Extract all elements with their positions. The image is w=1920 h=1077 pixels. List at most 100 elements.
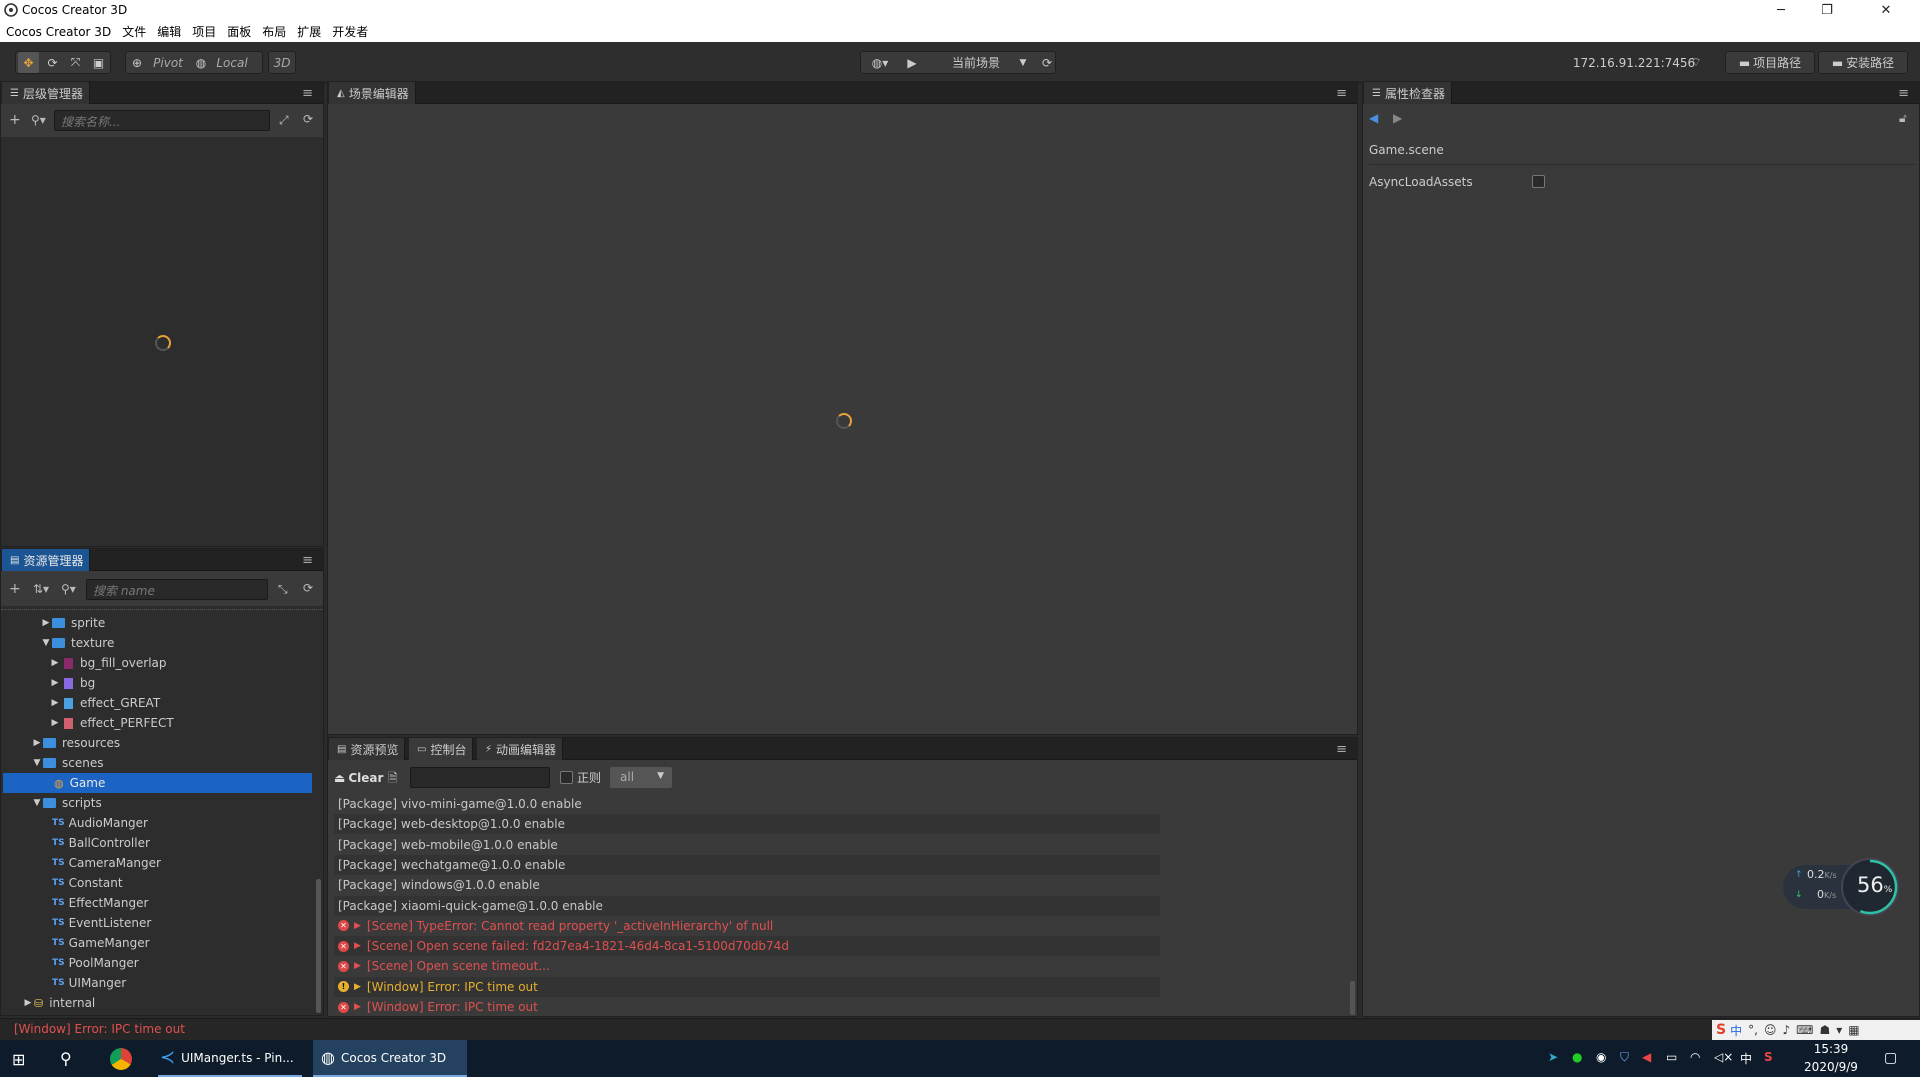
expand-arrow-icon[interactable]: ▼ [31, 758, 43, 768]
asset-item-gamemanger[interactable]: TS GameManger [1, 933, 313, 953]
mode-3d-button[interactable]: 3D [270, 52, 294, 73]
expand-log-arrow-icon[interactable]: ▶ [354, 961, 361, 971]
sogou-tray-icon[interactable]: S [1764, 1050, 1773, 1064]
asset-item-resources[interactable]: ▶ resources [1, 733, 313, 753]
assets-scrollbar[interactable] [316, 879, 321, 1013]
collapse-arrow-icon[interactable]: ▶ [31, 738, 43, 748]
menu-extension[interactable]: 扩展 [297, 23, 321, 40]
collapse-arrow-icon[interactable]: ▶ [40, 618, 52, 628]
log-level-select[interactable]: all ▼ [610, 767, 672, 788]
clock-date[interactable]: 2020/9/9 [1798, 1060, 1864, 1074]
platform-globe-icon[interactable]: ◍▾ [864, 52, 896, 73]
tray-arrow-icon[interactable]: ◀ [1642, 1050, 1651, 1064]
log-entry[interactable]: ✕ ▶ [Window] Error: IPC time out [334, 997, 1160, 1016]
lock-icon[interactable]: 🔓︎ [1899, 111, 1907, 126]
hierarchy-search-input[interactable]: 搜索名称... [54, 110, 270, 131]
menu-file[interactable]: 文件 [122, 23, 146, 40]
menu-app[interactable]: Cocos Creator 3D [6, 25, 111, 39]
search-type-icon[interactable]: ⚲▾ [61, 582, 76, 596]
hierarchy-menu-icon[interactable]: ≡ [302, 86, 313, 101]
tab-assets[interactable]: ▤ 资源管理器 [2, 549, 91, 571]
assets-search-input[interactable]: 搜索 name [86, 579, 268, 600]
asset-item-bg-fill-overlap[interactable]: ▶ bg_fill_overlap [1, 653, 313, 673]
scale-tool-icon[interactable]: ⤧ [65, 52, 86, 73]
open-log-file-icon[interactable]: 🗎 [388, 769, 398, 790]
asset-item-poolmanger[interactable]: TS PoolManger [1, 953, 313, 973]
expand-log-arrow-icon[interactable]: ▶ [354, 1002, 361, 1012]
expand-arrow-icon[interactable]: ▼ [31, 798, 43, 808]
install-path-button[interactable]: ▬ 安装路径 [1820, 52, 1906, 73]
scene-select[interactable]: 当前场景 [928, 52, 1024, 73]
expand-arrow-icon[interactable]: ▼ [40, 638, 52, 648]
rotate-tool-icon[interactable]: ⟳ [42, 52, 63, 73]
asset-item-scripts[interactable]: ▼ scripts [1, 793, 313, 813]
clock-time[interactable]: 15:39 [1802, 1042, 1860, 1056]
maximize-button[interactable]: ❐ [1804, 0, 1850, 21]
refresh-icon[interactable]: ⟳ [1038, 52, 1056, 73]
asset-item-ballcontroller[interactable]: TS BallController [1, 833, 313, 853]
pivot-toggle[interactable]: Pivot [148, 52, 188, 73]
asset-item-texture[interactable]: ▼ texture [1, 633, 313, 653]
back-arrow-icon[interactable]: ◀ [1369, 111, 1378, 125]
taskbar-cocos[interactable]: ◍ Cocos Creator 3D [313, 1040, 467, 1077]
tab-scene[interactable]: ◭ 场景编辑器 [329, 82, 416, 104]
asset-item-internal[interactable]: ▶ ⛁ internal [1, 993, 313, 1013]
console-menu-icon[interactable]: ≡ [1336, 742, 1347, 757]
asset-item-bg[interactable]: ▶ bg [1, 673, 313, 693]
collapse-arrow-icon[interactable]: ▶ [49, 718, 61, 728]
log-entry[interactable]: ✕ ▶ [Scene] TypeError: Cannot read propert… [334, 916, 1160, 936]
menu-developer[interactable]: 开发者 [332, 23, 368, 40]
assets-menu-icon[interactable]: ≡ [302, 553, 313, 568]
log-entry[interactable]: ✕ ▶ [Scene] Open scene failed: fd2d7ea4-18… [334, 936, 1160, 957]
expand-log-arrow-icon[interactable]: ▶ [354, 921, 361, 931]
asset-item-uimanger[interactable]: TS UIManger [1, 973, 313, 993]
log-entry[interactable]: ! ▶ [Window] Error: IPC time out [334, 976, 1160, 997]
inspector-menu-icon[interactable]: ≡ [1898, 86, 1909, 101]
asset-item-effectmanger[interactable]: TS EffectManger [1, 893, 313, 913]
tab-console[interactable]: ▭ 控制台 [409, 738, 474, 760]
tab-asset-preview[interactable]: ▤ 资源预览 [329, 738, 406, 760]
tab-hierarchy[interactable]: ☰ 层级管理器 [2, 82, 90, 104]
menu-layout[interactable]: 布局 [262, 23, 286, 40]
scene-menu-icon[interactable]: ≡ [1336, 86, 1347, 101]
ime-toolbar[interactable]: S 中 °, ☺ ♪ ⌨ ☗ ▾ ▦ [1712, 1020, 1920, 1040]
asset-item-scenes[interactable]: ▼ scenes [1, 753, 313, 773]
collapse-arrow-icon[interactable]: ▶ [22, 998, 34, 1008]
ime-tray-label[interactable]: 中 [1740, 1050, 1752, 1067]
asset-item-game[interactable]: ◍ Game [3, 773, 312, 793]
collapse-icon[interactable]: ⤡ [278, 582, 288, 597]
network-icon[interactable]: ◠ [1690, 1050, 1700, 1064]
tab-animation[interactable]: ⚡ 动画编辑器 [477, 738, 564, 760]
collapse-arrow-icon[interactable]: ▶ [49, 658, 61, 668]
tab-inspector[interactable]: ☰ 属性检查器 [1364, 82, 1452, 104]
expand-icon[interactable]: ⤢ [279, 113, 289, 128]
taskbar-vscode[interactable]: ≺ UIManger.ts - Pin... [158, 1040, 302, 1077]
asset-item-effect-perfect[interactable]: ▶ effect_PERFECT [1, 713, 313, 733]
globe-local-icon[interactable]: ◍ [192, 52, 210, 73]
async-load-checkbox[interactable] [1532, 175, 1545, 188]
rect-tool-icon[interactable]: ▣ [88, 52, 109, 73]
add-asset-icon[interactable]: + [9, 581, 21, 597]
battery-icon[interactable]: ▭ [1666, 1050, 1677, 1064]
menu-project[interactable]: 项目 [192, 23, 216, 40]
asset-item-constant[interactable]: TS Constant [1, 873, 313, 893]
tray-app-icon[interactable]: ◉ [1596, 1050, 1606, 1064]
expand-log-arrow-icon[interactable]: ▶ [354, 941, 361, 951]
collapse-arrow-icon[interactable]: ▶ [49, 698, 61, 708]
project-path-button[interactable]: ▬ 项目路径 [1727, 52, 1813, 73]
notification-icon[interactable]: ▢ [1884, 1050, 1897, 1066]
collapse-arrow-icon[interactable]: ▶ [49, 678, 61, 688]
asset-item-audiomanger[interactable]: TS AudioManger [1, 813, 313, 833]
forward-arrow-icon[interactable]: ▶ [1393, 111, 1402, 125]
telegram-icon[interactable]: ➤ [1548, 1050, 1558, 1064]
refresh-icon[interactable]: ⟳ [303, 581, 313, 595]
move-tool-icon[interactable]: ✥ [18, 52, 39, 73]
add-node-icon[interactable]: + [9, 112, 21, 128]
console-filter-input[interactable] [410, 767, 550, 788]
close-button[interactable]: ✕ [1852, 0, 1920, 21]
scene-select-chevron-down-icon[interactable]: ▼ [1016, 52, 1030, 73]
minimize-button[interactable]: ─ [1758, 0, 1804, 21]
volume-icon[interactable]: ◁× [1714, 1050, 1733, 1064]
expand-log-arrow-icon[interactable]: ▶ [354, 982, 361, 992]
search-type-icon[interactable]: ⚲▾ [31, 113, 46, 127]
